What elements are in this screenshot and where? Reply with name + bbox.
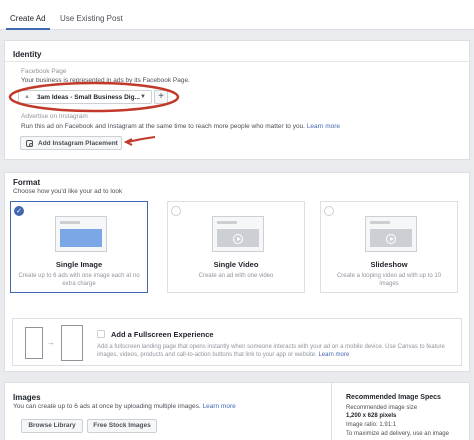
format-description: Create a looping video ad with up to 10 … (336, 273, 442, 287)
fullscreen-description: Add a fullscreen landing page that opens… (97, 343, 457, 359)
single-video-thumbnail (212, 216, 264, 252)
spec-item: To maximize ad delivery, use an image (346, 431, 449, 437)
radio-selected[interactable]: ✓ (14, 206, 24, 216)
images-heading: Images (13, 393, 41, 402)
browse-library-button[interactable]: Browse Library (21, 419, 83, 433)
images-learn-more-link[interactable]: Learn more (202, 403, 235, 410)
add-instagram-placement-button[interactable]: Add Instagram Placement (20, 136, 122, 150)
fullscreen-title: Add a Fullscreen Experience (111, 330, 214, 339)
play-icon (386, 234, 396, 244)
play-icon (233, 234, 243, 244)
spec-item: Image ratio: 1.91:1 (346, 422, 397, 428)
format-title: Single Image (55, 260, 103, 269)
recommended-image-specs: Recommended Image Specs Recommended imag… (331, 383, 471, 440)
thumb-header-bar (60, 221, 80, 224)
phone-illustration-icon (25, 327, 43, 359)
spec-item: Recommended image size (346, 405, 418, 411)
fullscreen-checkbox[interactable] (97, 330, 105, 338)
slideshow-thumbnail (365, 216, 417, 252)
specs-heading: Recommended Image Specs (346, 394, 441, 401)
annotation-oval (8, 81, 180, 113)
radio-unselected[interactable] (171, 206, 181, 216)
images-help: You can create up to 6 ads at once by up… (13, 403, 236, 410)
fullscreen-experience-section: → Add a Fullscreen Experience Add a full… (12, 318, 462, 366)
format-option-single-video[interactable]: Single Video Create an ad with one video (167, 201, 305, 293)
radio-unselected[interactable] (324, 206, 334, 216)
format-title: Slideshow (370, 260, 408, 269)
fullscreen-learn-more-link[interactable]: Learn more (318, 352, 349, 358)
thumb-header-bar (217, 221, 237, 224)
single-image-thumbnail (55, 216, 107, 252)
format-option-slideshow[interactable]: Slideshow Create a looping video ad with… (320, 201, 458, 293)
spec-item: 1,200 x 628 pixels (346, 413, 397, 419)
images-panel: Images You can create up to 6 ads at onc… (4, 382, 470, 440)
format-description: Create up to 6 ads with one image each a… (18, 273, 140, 287)
instagram-icon (26, 140, 33, 147)
thumb-header-bar (370, 221, 390, 224)
free-stock-images-button[interactable]: Free Stock Images (87, 419, 157, 433)
format-option-single-image[interactable]: ✓ Single Image Create up to 6 ads with o… (10, 201, 148, 293)
thumb-image (60, 229, 102, 247)
format-description: Create an ad with one video (198, 273, 274, 279)
fullscreen-description-text: Add a fullscreen landing page that opens… (97, 344, 445, 358)
images-help-text: You can create up to 6 ads at once by up… (13, 403, 201, 410)
format-subtitle: Choose how you'd like your ad to look (13, 188, 123, 195)
arrow-right-icon: → (47, 338, 55, 347)
canvas-illustration-icon (61, 325, 83, 361)
format-title: Single Video (213, 260, 259, 269)
add-instagram-placement-label: Add Instagram Placement (38, 140, 118, 147)
format-heading: Format (13, 178, 41, 187)
